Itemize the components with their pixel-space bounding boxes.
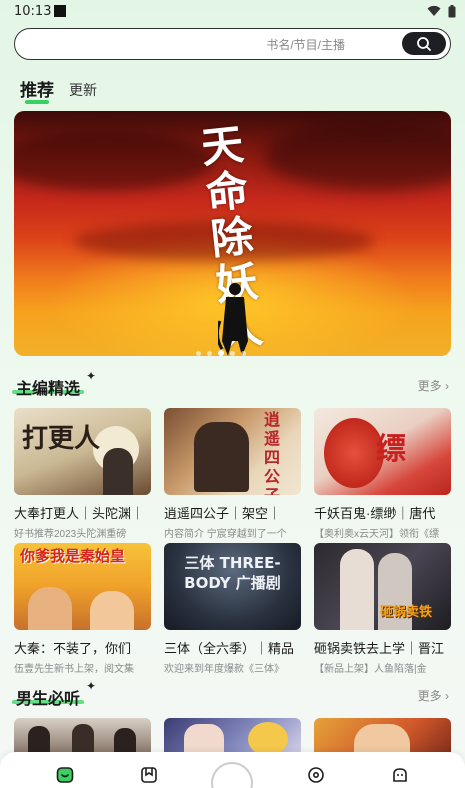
page-dot [241, 351, 246, 356]
sparkle-icon: ✦ [86, 369, 97, 383]
search-placeholder: 书名/节目/主播 [266, 38, 345, 52]
book-title: 逍遥四公子｜架空｜ [164, 506, 282, 521]
book-card[interactable]: 逍遥四公子 逍遥四公子｜架空｜ 内容简介 宁宸穿越到了一个 [164, 408, 301, 540]
nav-player-button[interactable] [211, 762, 253, 788]
book-desc: 内容简介 宁宸穿越到了一个 [164, 529, 287, 540]
status-time: 10:13 [14, 4, 52, 19]
banner-page-indicator [196, 343, 252, 356]
nav-discover-icon[interactable] [307, 766, 325, 784]
book-title: 大奉打更人｜头陀渊｜ [14, 506, 145, 521]
sparkle-icon: ✦ [86, 679, 97, 693]
tab-active-indicator [25, 100, 49, 104]
book-cover: 逍遥四公子 [164, 408, 301, 495]
nav-home-icon[interactable] [56, 766, 74, 784]
search-button[interactable] [402, 32, 446, 55]
banner-carousel[interactable]: 天命除妖人 [14, 111, 451, 356]
book-desc: 欢迎来到年度爆款《三体》 [164, 664, 284, 675]
tab-update[interactable]: 更新 [69, 80, 97, 100]
bottom-nav [0, 752, 465, 788]
search-icon [417, 37, 431, 51]
book-cover: 缥 [314, 408, 451, 495]
book-cover: 砸锅卖铁 [314, 543, 451, 630]
book-desc: 伍壹先生新书上架，阅文集 [14, 664, 134, 675]
status-bar: 10:13 [0, 0, 465, 24]
book-card[interactable]: 缥 千妖百鬼·缥缈｜唐代 【奥利奥x云天河】领衔《缥 [314, 408, 451, 540]
book-card[interactable]: 你爹我是秦始皇 大秦：不装了，你们 伍壹先生新书上架，阅文集 [14, 543, 151, 675]
section-title-male-favorites: 男生必听 [16, 691, 81, 708]
book-card[interactable]: 打更人 大奉打更人｜头陀渊｜ 好书推荐2023头陀渊重磅 [14, 408, 151, 540]
book-card[interactable]: 砸锅卖铁 砸锅卖铁去上学｜晋江 【新品上架】人鱼陷落|金 [314, 543, 451, 675]
book-title: 三体（全六季）｜精品 [164, 641, 295, 656]
wifi-icon [427, 5, 441, 16]
page-dot [230, 351, 235, 356]
book-desc: 【新品上架】人鱼陷落|金 [314, 664, 427, 675]
more-link-editors-pick[interactable]: 更多 › [418, 377, 449, 394]
section-title-editors-pick: 主编精选 [16, 381, 81, 398]
battery-icon [448, 5, 456, 18]
book-title: 砸锅卖铁去上学｜晋江 [314, 641, 445, 656]
book-cover: 三体 THREE-BODY 广播剧 [164, 543, 301, 630]
book-cover: 你爹我是秦始皇 [14, 543, 151, 630]
tab-recommend[interactable]: 推荐 [20, 76, 54, 101]
nav-profile-icon[interactable] [391, 766, 409, 784]
nav-bookshelf-icon[interactable] [140, 766, 158, 784]
book-title: 大秦：不装了，你们 [14, 641, 132, 656]
more-link-male-favorites[interactable]: 更多 › [418, 687, 449, 704]
book-title: 千妖百鬼·缥缈｜唐代 [314, 506, 436, 521]
page-dot [207, 351, 212, 356]
notification-icon [54, 5, 66, 17]
page-dot-active [218, 350, 224, 356]
page-dot [196, 351, 201, 356]
book-desc: 好书推荐2023头陀渊重磅 [14, 529, 127, 540]
book-cover: 打更人 [14, 408, 151, 495]
book-desc: 【奥利奥x云天河】领衔《缥 [314, 529, 439, 540]
book-card[interactable]: 三体 THREE-BODY 广播剧 三体（全六季）｜精品 欢迎来到年度爆款《三体… [164, 543, 301, 675]
search-bar[interactable]: 书名/节目/主播 [14, 28, 451, 60]
